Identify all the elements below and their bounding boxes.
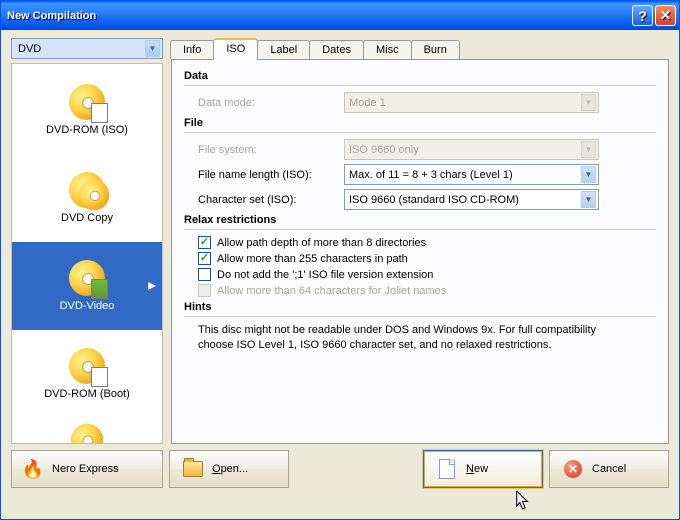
- compilation-window: New Compilation ? ✕ DVD ▼ DVD-ROM (ISO): [0, 0, 680, 520]
- button-label: Nero Express: [52, 463, 119, 475]
- section-file: File: [184, 117, 656, 129]
- compilation-type-list: DVD-ROM (ISO) DVD Copy DVD-Video ▶ DVD-R…: [11, 63, 163, 444]
- left-column: DVD ▼ DVD-ROM (ISO) DVD Copy DVD-Video: [11, 38, 163, 444]
- checkbox-label: Allow more than 64 characters for Joliet…: [217, 285, 446, 297]
- checkbox-path-depth[interactable]: ✓: [198, 236, 211, 249]
- filename-length-label: File name length (ISO):: [198, 169, 344, 181]
- button-label: Open...: [212, 463, 248, 475]
- data-mode-label: Data mode:: [198, 97, 344, 109]
- sidebar-item-label: DVD Copy: [61, 212, 113, 224]
- checkbox-label: Allow path depth of more than 8 director…: [217, 237, 426, 249]
- checkbox-label: Allow more than 255 characters in path: [217, 253, 408, 265]
- sidebar-item-dvdrom-boot[interactable]: DVD-ROM (Boot): [12, 330, 162, 418]
- disc-type-value: DVD: [18, 43, 41, 55]
- checkbox-no-ext-row: ✓ Do not add the ';1' ISO file version e…: [198, 268, 656, 281]
- checkbox-joliet-row: ✓ Allow more than 64 characters for Joli…: [198, 284, 656, 297]
- filename-length-value: Max. of 11 = 8 + 3 chars (Level 1): [349, 169, 513, 181]
- filename-length-select[interactable]: Max. of 11 = 8 + 3 chars (Level 1) ▼: [344, 164, 599, 185]
- divider: [184, 85, 656, 86]
- page-overlay-icon: [91, 103, 108, 123]
- new-button[interactable]: New: [423, 450, 543, 488]
- field-filename-length: File name length (ISO): Max. of 11 = 8 +…: [198, 164, 656, 185]
- open-button[interactable]: Open...: [169, 450, 289, 488]
- spacer: [295, 450, 417, 488]
- chevron-down-icon: ▼: [581, 141, 596, 158]
- divider: [184, 316, 656, 317]
- tab-label[interactable]: Label: [257, 40, 310, 59]
- tab-iso[interactable]: ISO: [213, 38, 258, 60]
- tab-info[interactable]: Info: [170, 40, 214, 59]
- triangle-right-icon: ▶: [148, 281, 156, 292]
- disc-icon: [71, 424, 103, 444]
- boot-overlay-icon: [91, 367, 108, 387]
- file-system-value: ISO 9660 only: [349, 144, 419, 156]
- button-row: 🔥 Nero Express Open... New ✕ Cancel: [11, 450, 669, 488]
- field-file-system: File system: ISO 9660 only ▼: [198, 139, 656, 160]
- chevron-down-icon: ▼: [581, 191, 596, 208]
- section-data: Data: [184, 70, 656, 82]
- cancel-icon: ✕: [562, 458, 584, 480]
- close-button[interactable]: ✕: [655, 5, 676, 26]
- file-system-label: File system:: [198, 144, 344, 156]
- button-label: Cancel: [592, 463, 626, 475]
- hints-text: This disc might not be readable under DO…: [198, 323, 618, 353]
- sidebar-item-dvd-video[interactable]: DVD-Video ▶: [12, 242, 162, 330]
- button-label: New: [466, 463, 488, 475]
- checkbox-255-chars[interactable]: ✓: [198, 252, 211, 265]
- right-column: Info ISO Label Dates Misc Burn Data Data…: [171, 38, 669, 444]
- tab-misc[interactable]: Misc: [363, 40, 412, 59]
- chevron-down-icon: ▼: [581, 166, 596, 183]
- data-mode-select: Mode 1 ▼: [344, 92, 599, 113]
- checkbox-label: Do not add the ';1' ISO file version ext…: [217, 269, 433, 281]
- tab-panel-iso: Data Data mode: Mode 1 ▼ File File syste…: [171, 59, 669, 444]
- help-button[interactable]: ?: [632, 5, 653, 26]
- section-hints: Hints: [184, 301, 656, 313]
- checkbox-no-ext[interactable]: ✓: [198, 268, 211, 281]
- character-set-value: ISO 9660 (standard ISO CD-ROM): [349, 194, 519, 206]
- chevron-down-icon: ▼: [581, 94, 596, 111]
- window-title: New Compilation: [7, 10, 632, 22]
- sidebar-item-extra[interactable]: [12, 418, 162, 444]
- section-relax: Relax restrictions: [184, 214, 656, 226]
- tab-burn[interactable]: Burn: [411, 40, 460, 59]
- sidebar-item-dvd-copy[interactable]: DVD Copy: [12, 154, 162, 242]
- cancel-button[interactable]: ✕ Cancel: [549, 450, 669, 488]
- film-overlay-icon: [91, 279, 108, 299]
- tab-dates[interactable]: Dates: [309, 40, 364, 59]
- character-set-label: Character set (ISO):: [198, 194, 344, 206]
- data-mode-value: Mode 1: [349, 97, 386, 109]
- chevron-down-icon: ▼: [145, 40, 160, 57]
- sidebar-item-dvdrom-iso[interactable]: DVD-ROM (ISO): [12, 66, 162, 154]
- divider: [184, 132, 656, 133]
- checkbox-255-row: ✓ Allow more than 255 characters in path: [198, 252, 656, 265]
- nero-icon: 🔥: [22, 458, 44, 480]
- new-document-icon: [436, 458, 458, 480]
- top-row: DVD ▼ DVD-ROM (ISO) DVD Copy DVD-Video: [11, 38, 669, 444]
- field-character-set: Character set (ISO): ISO 9660 (standard …: [198, 189, 656, 210]
- disc-type-select[interactable]: DVD ▼: [11, 38, 163, 59]
- nero-express-button[interactable]: 🔥 Nero Express: [11, 450, 163, 488]
- folder-open-icon: [182, 458, 204, 480]
- body-area: DVD ▼ DVD-ROM (ISO) DVD Copy DVD-Video: [1, 30, 679, 519]
- checkbox-path-depth-row: ✓ Allow path depth of more than 8 direct…: [198, 236, 656, 249]
- character-set-select[interactable]: ISO 9660 (standard ISO CD-ROM) ▼: [344, 189, 599, 210]
- titlebar: New Compilation ? ✕: [1, 1, 679, 30]
- disc-icon: [79, 180, 110, 211]
- sidebar-item-label: DVD-ROM (ISO): [46, 124, 128, 136]
- titlebar-buttons: ? ✕: [632, 5, 676, 26]
- divider: [184, 229, 656, 230]
- field-data-mode: Data mode: Mode 1 ▼: [198, 92, 656, 113]
- file-system-select: ISO 9660 only ▼: [344, 139, 599, 160]
- sidebar-item-label: DVD-ROM (Boot): [44, 388, 130, 400]
- sidebar-item-label: DVD-Video: [60, 300, 115, 312]
- tab-bar: Info ISO Label Dates Misc Burn: [171, 38, 669, 59]
- checkbox-joliet: ✓: [198, 284, 211, 297]
